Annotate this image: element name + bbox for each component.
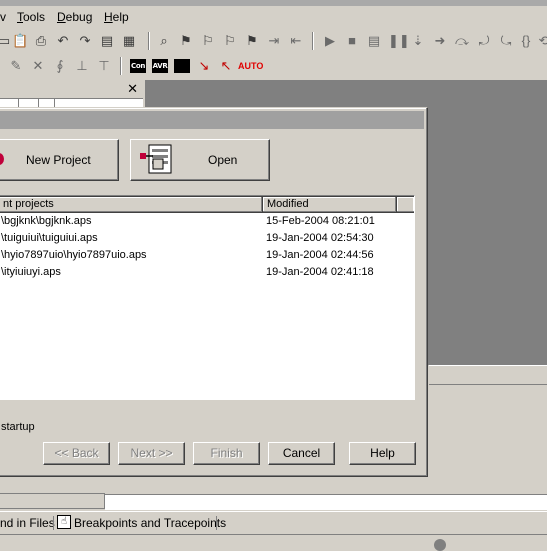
project-modified: 19-Jan-2004 02:41:18 [266, 266, 374, 278]
toolbar-debug: ✎ ✕ ∮ ⊥ ⊤ Con AVR ↘ ↖ AUTO [0, 54, 547, 79]
new-project-icon [0, 153, 4, 165]
stop-icon[interactable]: ■ [344, 33, 360, 49]
project-path: \ityiuiuyi.aps [1, 266, 61, 278]
con-tag-icon[interactable]: Con [130, 59, 146, 73]
arrow-in-icon[interactable]: ↘ [196, 58, 212, 74]
step-over-icon[interactable]: ⤼ [454, 33, 470, 49]
step-icon[interactable]: ⟲ [536, 33, 547, 49]
back-button[interactable]: << Back [43, 442, 110, 465]
remove-breakpoints-icon[interactable]: ✕ [30, 58, 46, 74]
align-top-icon[interactable]: ⊤ [96, 58, 112, 74]
auto-tag-icon[interactable]: AUTO [238, 59, 263, 73]
menu-bar: v Tools Debug Help [0, 6, 547, 28]
open-button[interactable]: Open [130, 139, 270, 181]
redo-icon[interactable]: ↷ [77, 33, 93, 49]
step-into-icon[interactable]: ➜ [432, 33, 448, 49]
step-out-icon[interactable]: ⤾ [476, 33, 492, 49]
menu-help[interactable]: Help [104, 10, 129, 24]
output-content [105, 494, 547, 510]
recent-projects-list[interactable]: nt projects Modified \bgjknk\bgjknk.aps … [0, 195, 415, 400]
toolbar-main: ▭ 📋 ⎙ ↶ ↷ ▤ ▦ ⌕ ⚑ ⚐ ⚐ ⚑ ⇥ ⇤ ▶ ■ ▤ ❚❚ ⇣ ➜… [0, 29, 547, 54]
welcome-dialog: New Project Open nt projects Modified \b… [0, 107, 428, 477]
tab-find-in-files[interactable]: nd in Files [0, 516, 55, 530]
output-panel [429, 384, 547, 495]
paste-icon[interactable]: 📋 [12, 33, 28, 49]
auto-step-icon[interactable]: {} [518, 33, 534, 49]
output-panel-header [429, 365, 547, 385]
project-path: \bgjknk\bgjknk.aps [1, 215, 92, 227]
list-header: nt projects Modified [0, 197, 414, 213]
finish-button[interactable]: Finish [193, 442, 260, 465]
status-indicator [434, 539, 446, 551]
output-tabs: nd in Files ☝ Breakpoints and Tracepoint… [0, 511, 547, 534]
close-icon[interactable]: ✕ [127, 81, 138, 97]
memory-icon[interactable] [174, 59, 190, 73]
reset-icon[interactable]: ▤ [366, 33, 382, 49]
dialog-title-bar[interactable] [0, 111, 424, 129]
project-path: \hyio7897uio\hyio7897uio.aps [1, 249, 147, 261]
next-bookmark-icon[interactable]: ⚐ [200, 33, 216, 49]
run-icon[interactable]: ▶ [322, 33, 338, 49]
help-button[interactable]: Help [349, 442, 416, 465]
toggle-bookmark-icon[interactable]: ⚑ [178, 33, 194, 49]
avr-tag-icon[interactable]: AVR [152, 59, 168, 73]
undo-icon[interactable]: ↶ [55, 33, 71, 49]
run-to-cursor-icon[interactable]: ⤿ [498, 33, 514, 49]
menu-view-partial[interactable]: v [0, 10, 6, 24]
menu-debug[interactable]: Debug [57, 10, 92, 24]
prev-bookmark-icon[interactable]: ⚐ [222, 33, 238, 49]
status-bar [0, 534, 547, 551]
quickwatch-icon[interactable]: ∮ [52, 58, 68, 74]
column-header-project[interactable]: nt projects [0, 197, 263, 213]
workspace-pane [0, 99, 143, 107]
indent-icon[interactable]: ⇥ [266, 33, 282, 49]
open-folder-icon [140, 144, 172, 174]
window-icon[interactable]: ▤ [99, 33, 115, 49]
menu-tools[interactable]: Tools [17, 10, 45, 24]
align-bottom-icon[interactable]: ⊥ [74, 58, 90, 74]
new-project-button[interactable]: New Project [0, 139, 119, 181]
open-label: Open [208, 153, 238, 167]
column-header-filler [397, 197, 414, 213]
clear-bookmarks-icon[interactable]: ⚑ [244, 33, 260, 49]
find-icon[interactable]: ⌕ [156, 33, 172, 49]
next-button[interactable]: Next >> [118, 442, 185, 465]
output-scroll-area [0, 493, 105, 509]
hand-icon: ☝ [57, 515, 71, 529]
show-at-startup-label[interactable]: startup [1, 421, 35, 433]
workspace-pane-header: ✕ [0, 80, 143, 99]
project-path: \tuiguiui\tuiguiui.aps [1, 232, 98, 244]
cancel-button[interactable]: Cancel [268, 442, 335, 465]
toggle-breakpoint-icon[interactable]: ✎ [8, 58, 24, 74]
project-modified: 15-Feb-2004 08:21:01 [266, 215, 375, 227]
arrow-out-icon[interactable]: ↖ [218, 58, 234, 74]
project-modified: 19-Jan-2004 02:54:30 [266, 232, 374, 244]
show-next-statement-icon[interactable]: ⇣ [410, 33, 426, 49]
print-icon[interactable]: ⎙ [33, 33, 49, 49]
break-icon[interactable]: ❚❚ [388, 33, 410, 49]
new-project-label: New Project [26, 153, 91, 167]
windows-icon[interactable]: ▦ [121, 33, 137, 49]
outdent-icon[interactable]: ⇤ [288, 33, 304, 49]
project-modified: 19-Jan-2004 02:44:56 [266, 249, 374, 261]
column-header-modified[interactable]: Modified [263, 197, 397, 213]
tab-breakpoints[interactable]: Breakpoints and Tracepoints [74, 516, 226, 530]
open-file-icon[interactable]: ▭ [0, 33, 12, 49]
